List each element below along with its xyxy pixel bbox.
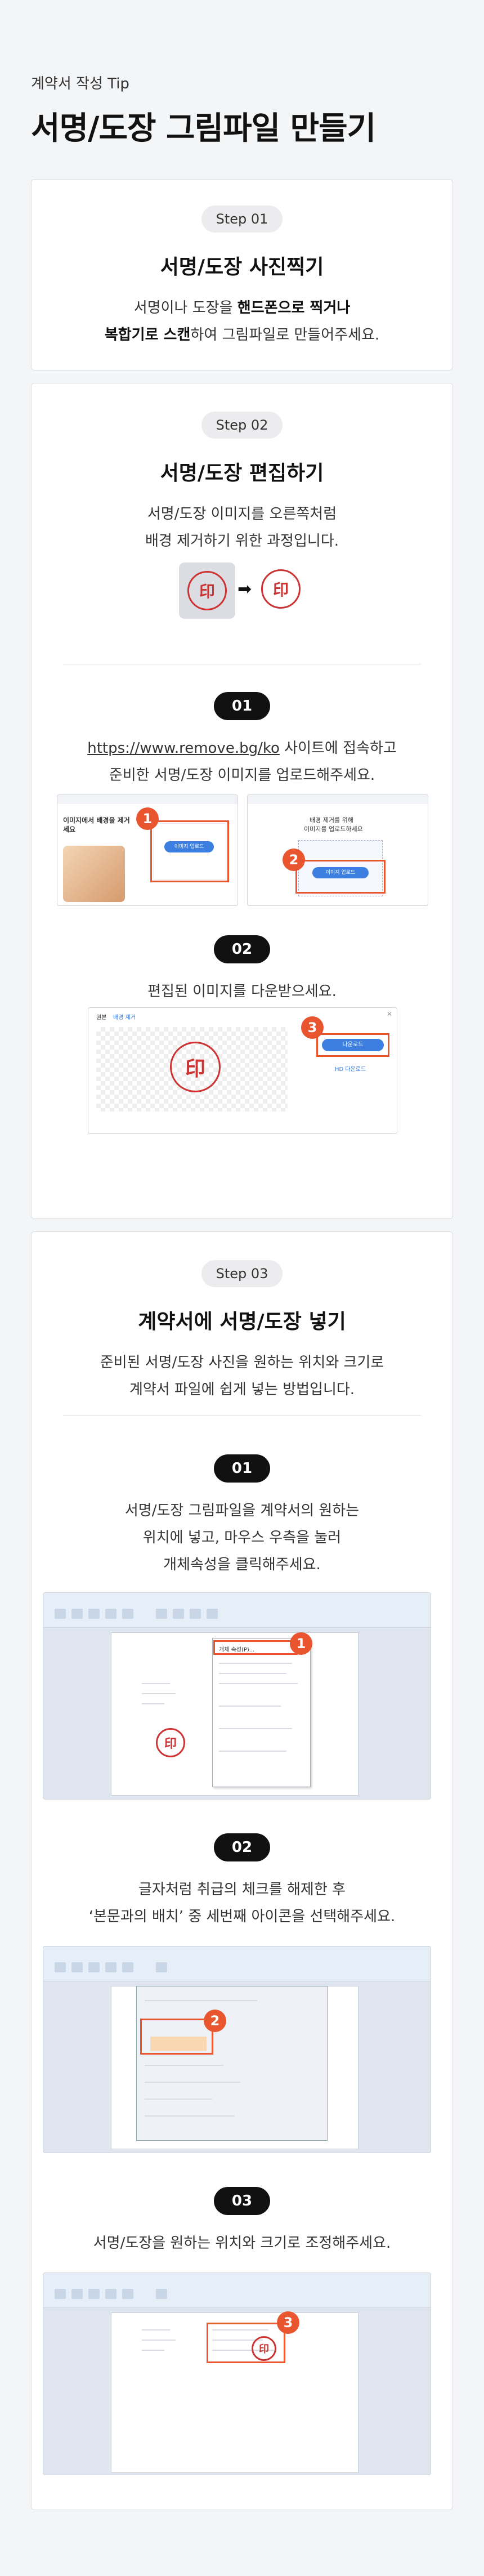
close-icon[interactable]: ✕ (387, 1010, 392, 1018)
step1-heading: 서명/도장 사진찍기 (160, 256, 324, 279)
shot-b-text2: 이미지를 업로드하세요 (304, 825, 363, 833)
removebg-screenshot-result: 원본 배경 제거 印 다운로드 HD 다운로드 3 ✕ (88, 1007, 397, 1134)
step2-description: 서명/도장 이미지를 오른쪽처럼 배경 제거하기 위한 과정입니다. (32, 501, 452, 555)
step3-description: 준비된 서명/도장 사진을 원하는 위치와 크기로 계약서 파일에 쉽게 넣는 … (32, 1349, 452, 1403)
badge-2: 2 (283, 849, 305, 871)
removebg-link[interactable]: https://www.remove.bg/ko (87, 740, 280, 757)
stamp-after: 印 (261, 569, 304, 612)
removebg-screenshot-dialog: 배경 제거를 위해 이미지를 업로드하세요 이미지 업로드 2 (247, 794, 428, 906)
step3-sub2-number: 02 (213, 1833, 271, 1861)
stamp-image: 印 (261, 569, 301, 609)
step3-sub2-description: 글자처럼 취급의 체크를 해제한 후 ‘본문과의 배치’ 중 세번째 아이콘을 … (32, 1876, 452, 1930)
context-menu (212, 1638, 311, 1787)
step1-line1-a: 서명이나 도장을 (133, 300, 237, 316)
step3-sub1-line1: 서명/도장 그림파일을 계약서의 원하는 (124, 1502, 360, 1519)
hd-download-link[interactable]: HD 다운로드 (335, 1064, 366, 1073)
stamp-image: 印 (187, 571, 227, 610)
highlight-box-2 (295, 860, 386, 894)
stamp-image: 印 (156, 1728, 185, 1757)
step2-line2: 배경 제거하기 위한 과정입니다. (145, 533, 339, 550)
step2-sub1-line2: 준비한 서명/도장 이미지를 업로드해주세요. (109, 767, 375, 784)
step3-sub1-description: 서명/도장 그림파일을 계약서의 원하는 위치에 넣고, 마우스 우측을 눌러 … (32, 1497, 452, 1578)
step3-pill: Step 03 (201, 1260, 283, 1287)
stamp-image: 印 (170, 1042, 221, 1092)
step3-sub1-number: 01 (213, 1454, 271, 1483)
arrow-icon: ➡ (237, 579, 252, 599)
highlight-box-3 (316, 1033, 389, 1057)
step3-line1: 준비된 서명/도장 사진을 원하는 위치와 크기로 (100, 1354, 384, 1371)
step3-sub1-line3: 개체속성을 클릭해주세요. (163, 1556, 321, 1573)
highlight-box-1 (150, 820, 229, 882)
step2-sub2-description: 편집된 이미지를 다운받으세요. (147, 983, 337, 1000)
step2-sub1-number: 01 (213, 692, 271, 720)
badge-3: 3 (301, 1016, 324, 1039)
hwp-screenshot-result: 印 3 (43, 2273, 431, 2475)
highlight-box-result (207, 2323, 285, 2363)
step3-line2: 계약서 파일에 쉽게 넣는 방법입니다. (129, 1381, 355, 1398)
step2-heading: 서명/도장 편집하기 (160, 462, 324, 485)
step3-sub1-line2: 위치에 넣고, 마우스 우측을 눌러 (142, 1529, 342, 1546)
step1-line2-b: 하여 그림파일로 만들어주세요. (190, 327, 380, 343)
step1-line2-a: 복합기로 스캔 (104, 327, 191, 343)
page: 계약서 작성 Tip 서명/도장 그림파일 만들기 Step 01 서명/도장 … (0, 0, 484, 2576)
page-subtitle: 계약서 작성 Tip (31, 75, 129, 92)
step3-sub2-line1: 글자처럼 취급의 체크를 해제한 후 (138, 1881, 346, 1898)
badge-step3-3: 3 (277, 2311, 299, 2334)
step2-card: Step 02 서명/도장 편집하기 서명/도장 이미지를 오른쪽처럼 배경 제… (31, 383, 453, 1219)
removebg-screenshot-upload: 이미지에서 배경을 제거 세요 이미지 업로드 1 (57, 794, 238, 906)
shot-b-text1: 배경 제거를 위해 (310, 816, 353, 824)
badge-step3-2: 2 (204, 2010, 226, 2032)
step2-sub2-number: 02 (213, 935, 271, 963)
shot-a-text2: 세요 (63, 825, 76, 833)
badge-1: 1 (136, 807, 159, 830)
step3-card: Step 03 계약서에 서명/도장 넣기 준비된 서명/도장 사진을 원하는 … (31, 1231, 453, 2510)
step3-heading: 계약서에 서명/도장 넣기 (138, 1310, 346, 1333)
page-title: 서명/도장 그림파일 만들기 (31, 110, 376, 147)
step3-sub2-line2: ‘본문과의 배치’ 중 세번째 아이콘을 선택해주세요. (88, 1908, 396, 1925)
step2-sub1-line1-rest: 사이트에 접속하고 (279, 740, 397, 757)
step1-description: 서명이나 도장을 핸드폰으로 찍거나 복합기로 스캔하여 그림파일로 만들어주세… (32, 294, 452, 349)
tab-removed-bg[interactable]: 배경 제거 (113, 1012, 136, 1021)
step3-sub3-description: 서명/도장을 원하는 위치와 크기로 조정해주세요. (93, 2235, 391, 2252)
tab-original[interactable]: 원본 (96, 1012, 106, 1021)
step2-line1: 서명/도장 이미지를 오른쪽처럼 (147, 506, 337, 523)
step1-pill: Step 01 (201, 206, 283, 233)
step1-card: Step 01 서명/도장 사진찍기 서명이나 도장을 핸드폰으로 찍거나 복합… (31, 179, 453, 370)
hwp-screenshot-properties-dialog: 2 (43, 1946, 431, 2153)
badge-step3-1: 1 (290, 1632, 312, 1655)
step2-pill: Step 02 (201, 412, 283, 439)
step1-line1-b: 핸드폰으로 찍거나 (237, 300, 351, 316)
step3-sub3-number: 03 (213, 2187, 271, 2215)
step2-sub1-description: https://www.remove.bg/ko 사이트에 접속하고 준비한 서… (32, 735, 452, 789)
stamp-before: 印 (179, 562, 235, 619)
highlight-box-wrap (140, 2019, 213, 2055)
hwp-screenshot-context-menu: 印 개체 속성(P)... 1 (43, 1592, 431, 1800)
shot-a-text1: 이미지에서 배경을 제거 (63, 816, 130, 824)
highlight-box-menu (213, 1640, 298, 1655)
properties-dialog (136, 1986, 328, 2141)
person-photo (63, 846, 125, 902)
